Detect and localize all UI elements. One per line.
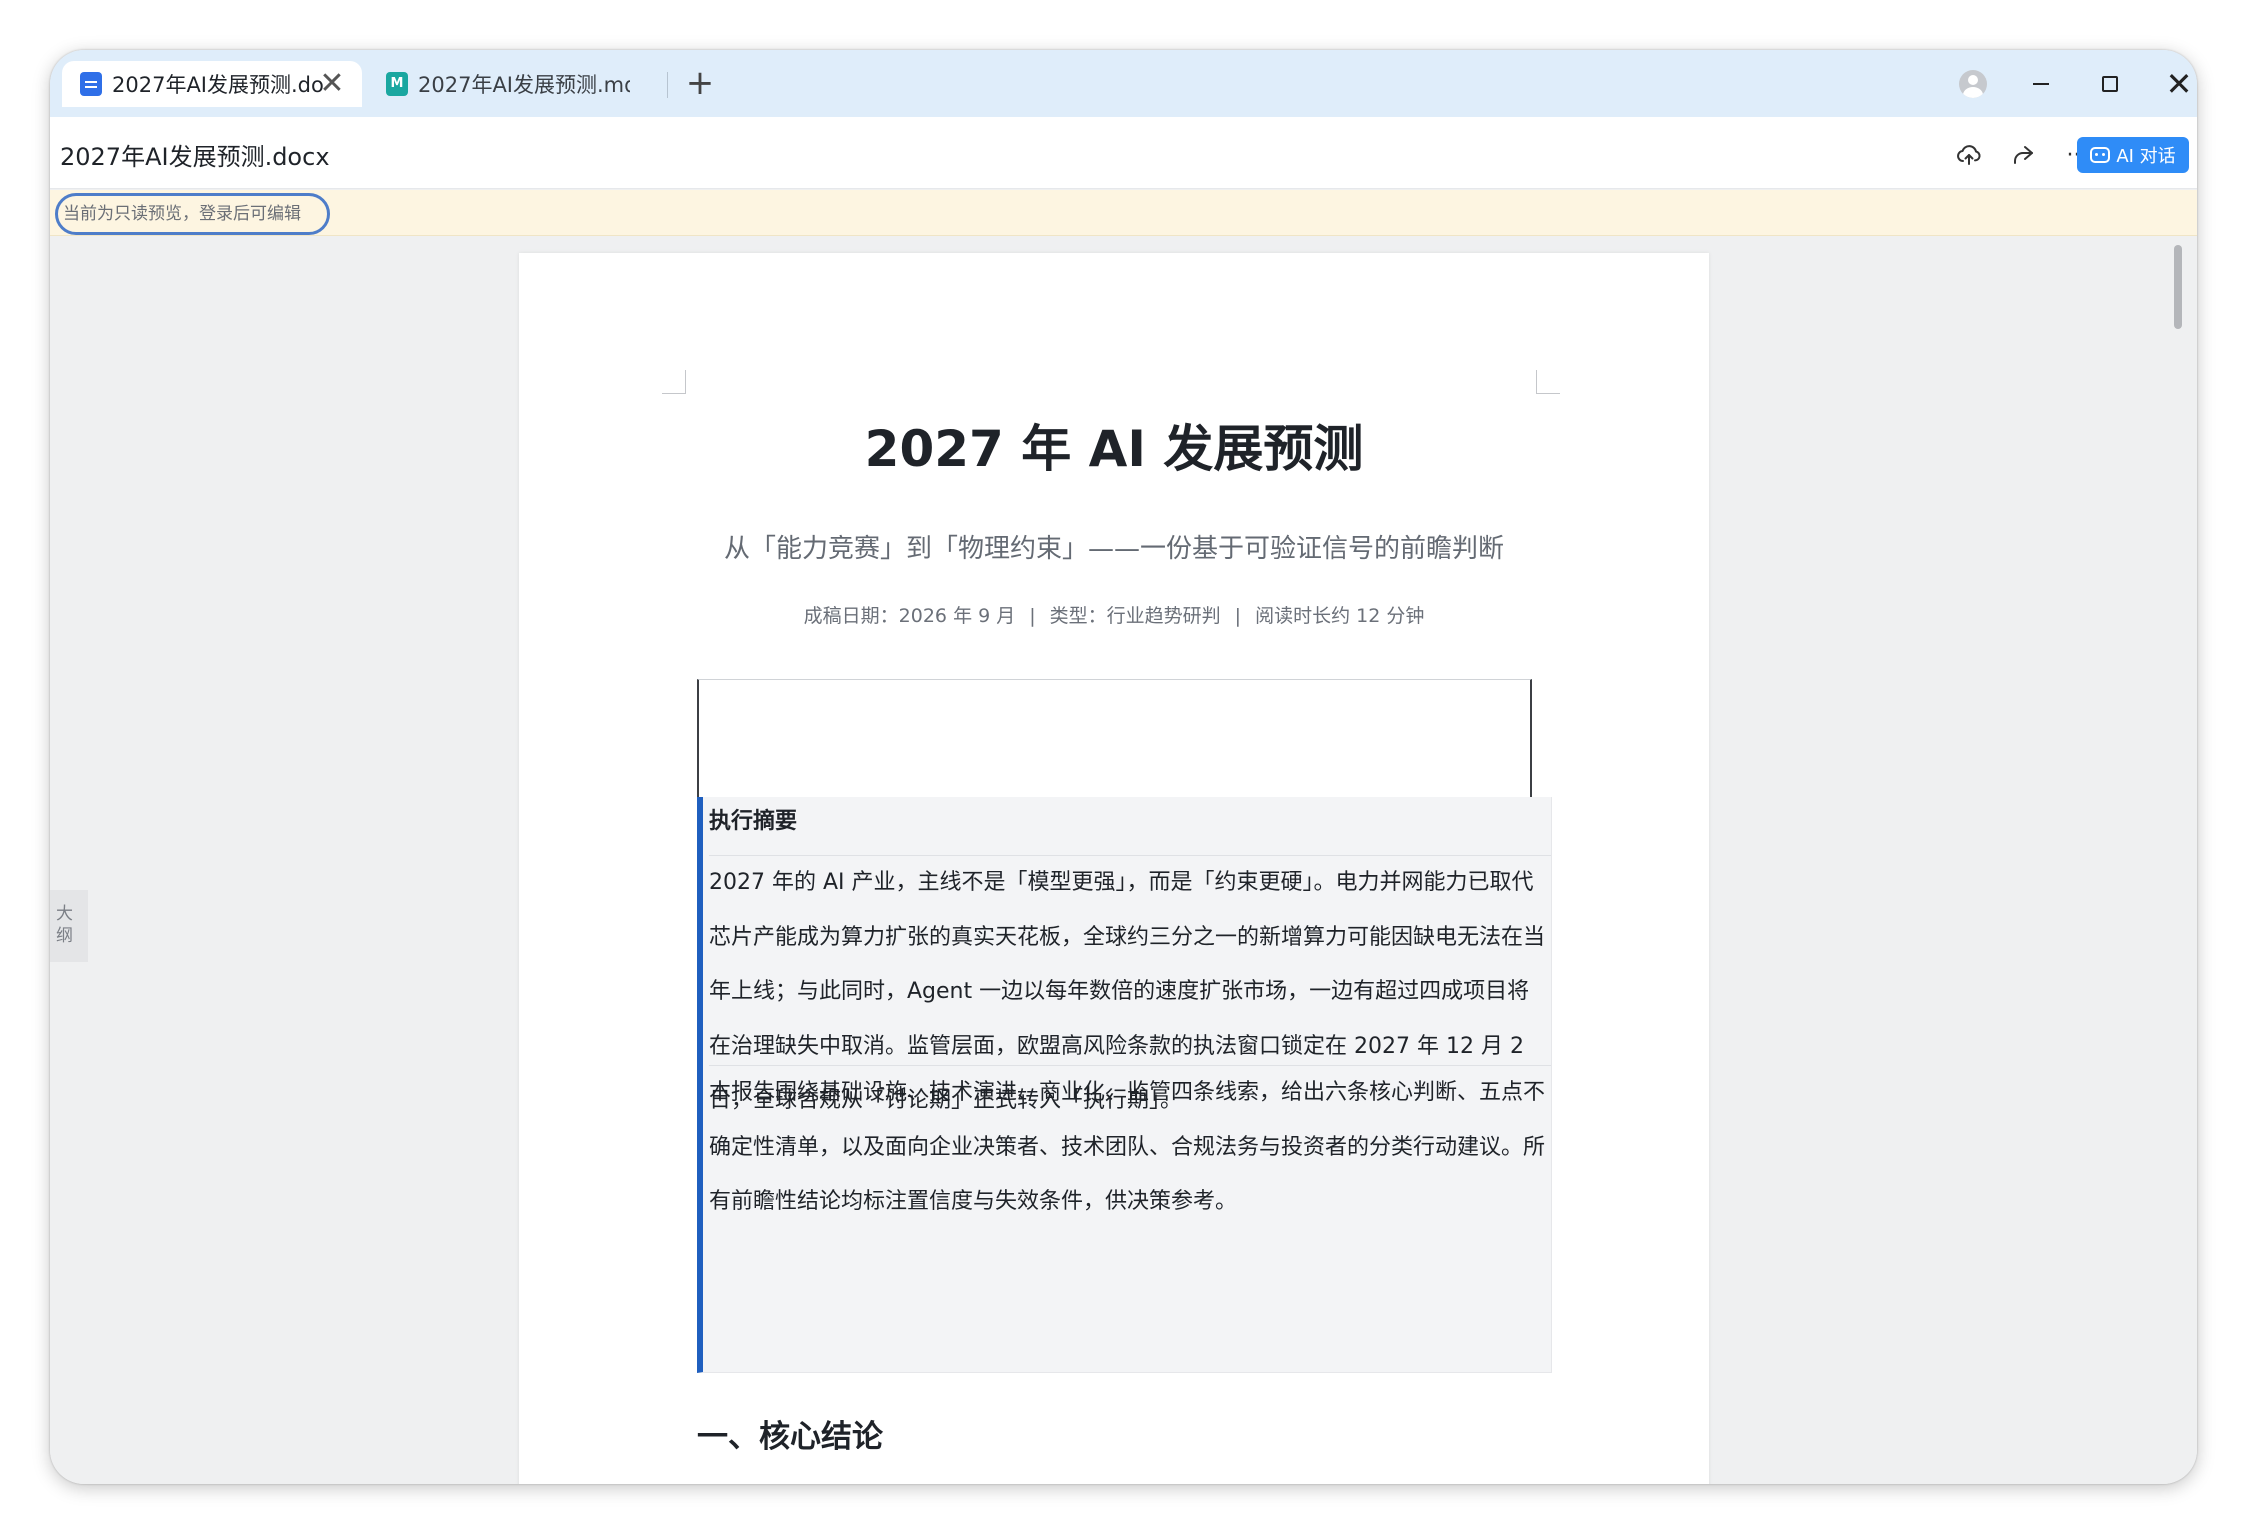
maximize-button[interactable]: [2088, 62, 2132, 106]
ai-chat-label: AI 对话: [2116, 146, 2176, 167]
document-heading: 2027 年 AI 发展预测: [864, 420, 1364, 478]
document-header: 2027年AI发展预测.docx ··· AI 对话: [50, 117, 2197, 189]
page-margin-corner: [662, 370, 686, 394]
page-margin-corner: [1536, 370, 1560, 394]
meta-date: 成稿日期：2026 年 9 月: [803, 605, 1016, 627]
readonly-banner: 当前为只读预览，登录后可编辑: [50, 190, 2197, 236]
tab-divider: [667, 72, 668, 98]
document-title: 2027年AI发展预测.docx: [60, 143, 330, 171]
document-meta: 成稿日期：2026 年 9 月 | 类型：行业趋势研判 | 阅读时长约 12 分钟: [519, 601, 1709, 628]
meta-separator: |: [1234, 605, 1242, 627]
user-avatar[interactable]: [1951, 62, 1995, 106]
markdown-file-icon: M: [386, 72, 408, 96]
tab-md[interactable]: M 2027年AI发展预测.md: [368, 61, 668, 107]
tab-close-icon[interactable]: ✕: [316, 68, 348, 100]
summary-paragraph: 本报告围绕基础设施、技术演进、商业化、监管四条线索，给出六条核心判断、五点不确定…: [709, 1080, 1546, 1214]
readonly-login-notice[interactable]: 当前为只读预览，登录后可编辑: [55, 193, 330, 235]
tab-docx[interactable]: 2027年AI发展预测.docx ✕: [62, 61, 362, 107]
meta-type: 类型：行业趋势研判: [1049, 605, 1221, 627]
share-icon: [2014, 146, 2033, 164]
executive-summary-block: 执行摘要 2027 年的 AI 产业，主线不是「模型更强」，而是「约束更硬」。电…: [697, 797, 1552, 1373]
app-window: 2027年AI发展预测.docx ✕ M 2027年AI发展预测.md + ✕ …: [50, 50, 2197, 1484]
share-button[interactable]: [2003, 135, 2043, 175]
ai-chat-button[interactable]: AI 对话: [2077, 137, 2189, 173]
docx-file-icon: [80, 72, 102, 96]
tab-bar: 2027年AI发展预测.docx ✕ M 2027年AI发展预测.md + ✕: [50, 50, 2197, 117]
empty-table-cell: [697, 679, 1532, 797]
meta-separator: |: [1029, 605, 1036, 627]
ai-robot-icon: [2090, 147, 2111, 163]
new-tab-button[interactable]: +: [678, 62, 722, 106]
upload-button[interactable]: [1949, 135, 1989, 175]
outline-toggle[interactable]: 大纲: [50, 890, 88, 962]
section-heading: 一、核心结论: [697, 1419, 883, 1455]
window-close-button[interactable]: ✕: [2157, 62, 2197, 106]
maximize-icon: [2102, 76, 2118, 92]
minimize-button[interactable]: [2019, 62, 2063, 106]
tab-label: 2027年AI发展预测.md: [418, 73, 630, 97]
document-subtitle: 从「能力竞赛」到「物理约束」——一份基于可验证信号的前瞻判断: [723, 534, 1504, 564]
minimize-icon: [2033, 83, 2049, 85]
document-page: 2027 年 AI 发展预测 从「能力竞赛」到「物理约束」——一份基于可验证信号…: [519, 253, 1709, 1484]
document-viewport[interactable]: 大纲 2027 年 AI 发展预测 从「能力竞赛」到「物理约束」——一份基于可验…: [50, 237, 2197, 1484]
summary-title: 执行摘要: [709, 809, 798, 834]
vertical-scrollbar[interactable]: [2174, 245, 2182, 329]
tab-label: 2027年AI发展预测.docx: [112, 73, 324, 97]
meta-reading-time: 阅读时长约 12 分钟: [1255, 605, 1425, 627]
user-avatar-icon: [1959, 70, 1987, 98]
cloud-upload-icon: [1957, 145, 1981, 165]
